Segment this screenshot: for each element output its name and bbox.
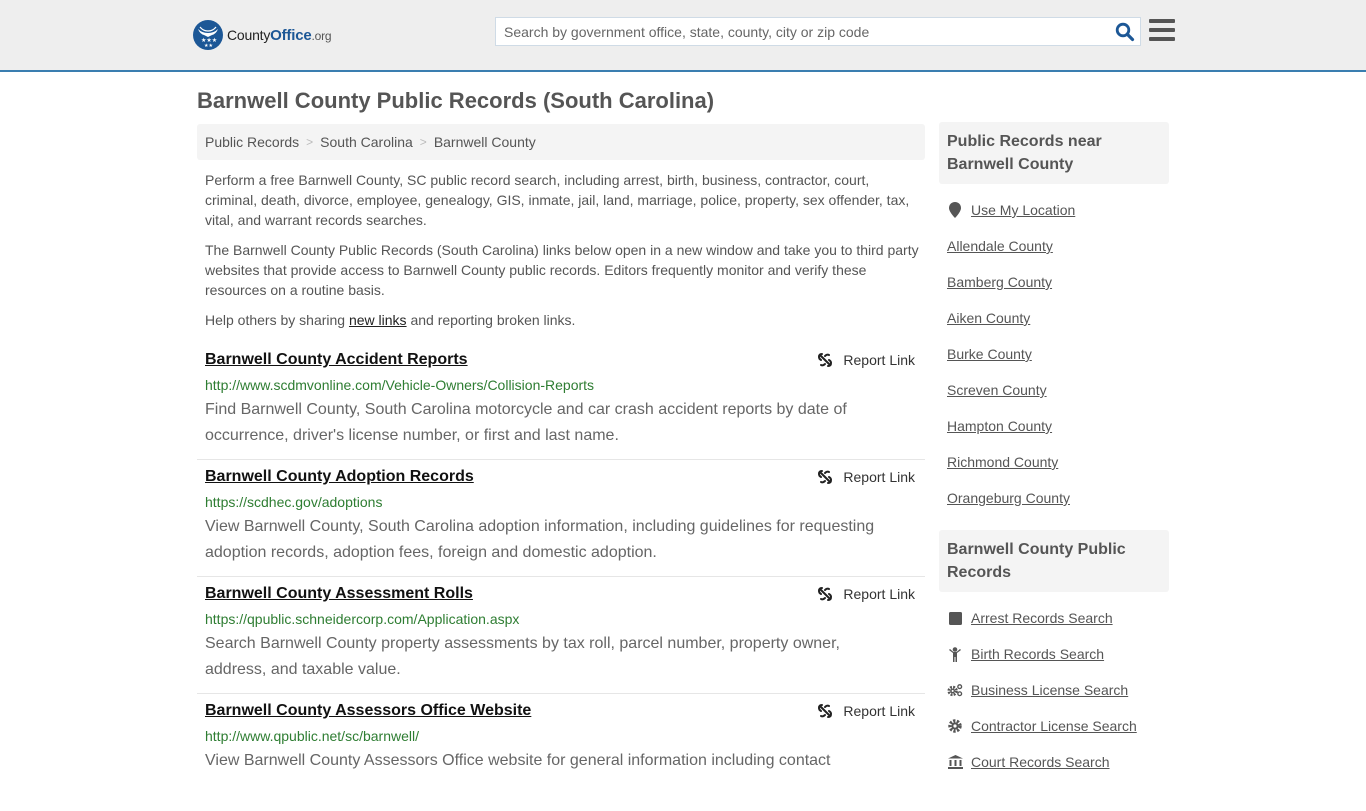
intro-help-text-end: and reporting broken links.: [406, 312, 576, 328]
report-link-button[interactable]: Report Link: [817, 703, 915, 719]
site-search: [495, 17, 1141, 46]
report-link-button[interactable]: Report Link: [817, 469, 915, 485]
county-link-screven[interactable]: Screven County: [947, 382, 1047, 398]
contractor-license-search-link[interactable]: Contractor License Search: [971, 718, 1137, 734]
nearby-county-item: Allendale County: [947, 228, 1161, 264]
nearby-county-item: Burke County: [947, 336, 1161, 372]
broken-link-icon: [818, 470, 833, 484]
svg-text:★★: ★★: [204, 43, 213, 49]
site-header: ★★★ ★★ CountyOffice.org: [0, 0, 1366, 72]
nearby-counties-list: Use My Location Allendale County Bamberg…: [939, 184, 1169, 516]
record-title-link[interactable]: Barnwell County Assessment Rolls: [205, 585, 473, 603]
county-records-list: Arrest Records Search Birth Records Sear…: [939, 592, 1169, 780]
broken-link-icon: [818, 587, 833, 601]
county-link-allendale[interactable]: Allendale County: [947, 238, 1053, 254]
record-url-link[interactable]: https://scdhec.gov/adoptions: [205, 494, 382, 510]
county-link-burke[interactable]: Burke County: [947, 346, 1032, 362]
county-link-richmond[interactable]: Richmond County: [947, 454, 1058, 470]
record-title-link[interactable]: Barnwell County Accident Reports: [205, 351, 468, 369]
intro-paragraph-3: Help others by sharing new links and rep…: [205, 310, 920, 330]
intro-paragraph-1: Perform a free Barnwell County, SC publi…: [205, 172, 910, 228]
hamburger-menu-button[interactable]: [1149, 19, 1175, 43]
use-my-location-link[interactable]: Use My Location: [971, 202, 1075, 218]
use-my-location-item: Use My Location: [947, 192, 1161, 228]
record-url-link[interactable]: http://www.qpublic.net/sc/barnwell/: [205, 728, 419, 744]
record-description: Search Barnwell County property assessme…: [205, 635, 840, 678]
nearby-records-heading: Public Records near Barnwell County: [939, 122, 1169, 184]
nearby-county-item: Aiken County: [947, 300, 1161, 336]
logo-wordmark: CountyOffice.org: [227, 26, 332, 44]
broken-link-icon: [818, 353, 833, 367]
menu-bar: [1149, 37, 1175, 41]
nearby-county-item: Screven County: [947, 372, 1161, 408]
broken-link-icon: [818, 704, 833, 718]
record-item: Barnwell County Adoption Records Report …: [197, 460, 925, 577]
report-link-button[interactable]: Report Link: [817, 586, 915, 602]
breadcrumb: Public Records > South Carolina > Barnwe…: [197, 124, 925, 160]
record-item: Barnwell County Assessors Office Website…: [197, 694, 925, 811]
county-link-aiken[interactable]: Aiken County: [947, 310, 1030, 326]
arrest-records-search-link[interactable]: Arrest Records Search: [971, 610, 1113, 626]
county-record-item: Court Records Search: [947, 744, 1161, 780]
cogs-icon: [947, 682, 963, 698]
gear-icon: [947, 718, 963, 734]
search-icon: [1115, 22, 1135, 41]
header-inner: ★★★ ★★ CountyOffice.org: [193, 0, 1176, 70]
child-icon: [947, 646, 963, 662]
intro-paragraph-2: The Barnwell County Public Records (Sout…: [205, 242, 919, 298]
record-item: Barnwell County Accident Reports Report …: [197, 343, 925, 460]
record-title-link[interactable]: Barnwell County Adoption Records: [205, 468, 474, 486]
page-title: Barnwell County Public Records (South Ca…: [197, 88, 715, 113]
new-links-link[interactable]: new links: [349, 312, 407, 328]
map-marker-icon: [947, 202, 963, 218]
business-license-search-link[interactable]: Business License Search: [971, 682, 1128, 698]
birth-records-search-link[interactable]: Birth Records Search: [971, 646, 1104, 662]
breadcrumb-public-records[interactable]: Public Records: [205, 134, 299, 150]
records-list: Barnwell County Accident Reports Report …: [197, 343, 925, 811]
county-record-item: Business License Search: [947, 672, 1161, 708]
record-description: Find Barnwell County, South Carolina mot…: [205, 401, 847, 444]
menu-bar: [1149, 28, 1175, 32]
breadcrumb-barnwell-county[interactable]: Barnwell County: [434, 134, 536, 150]
nearby-county-item: Hampton County: [947, 408, 1161, 444]
menu-bar: [1149, 19, 1175, 23]
report-link-label: Report Link: [843, 469, 915, 485]
report-link-label: Report Link: [843, 703, 915, 719]
nearby-county-item: Bamberg County: [947, 264, 1161, 300]
nearby-county-item: Orangeburg County: [947, 480, 1161, 516]
intro-text: Perform a free Barnwell County, SC publi…: [205, 170, 920, 340]
county-link-orangeburg[interactable]: Orangeburg County: [947, 490, 1070, 506]
intro-help-text: Help others by sharing: [205, 312, 349, 328]
sidebar: Public Records near Barnwell County Use …: [939, 122, 1169, 780]
breadcrumb-separator: >: [419, 135, 427, 149]
record-url-link[interactable]: https://qpublic.schneidercorp.com/Applic…: [205, 611, 519, 627]
breadcrumb-south-carolina[interactable]: South Carolina: [320, 134, 413, 150]
report-link-button[interactable]: Report Link: [817, 352, 915, 368]
report-link-label: Report Link: [843, 352, 915, 368]
site-logo[interactable]: ★★★ ★★ CountyOffice.org: [193, 20, 332, 50]
report-link-label: Report Link: [843, 586, 915, 602]
record-title-link[interactable]: Barnwell County Assessors Office Website: [205, 702, 531, 720]
search-button[interactable]: [1110, 18, 1140, 45]
nearby-county-item: Richmond County: [947, 444, 1161, 480]
county-link-hampton[interactable]: Hampton County: [947, 418, 1052, 434]
county-record-item: Arrest Records Search: [947, 600, 1161, 636]
logo-eagle-icon: ★★★ ★★: [193, 20, 223, 50]
record-item: Barnwell County Assessment Rolls Report …: [197, 577, 925, 694]
record-url-link[interactable]: http://www.scdmvonline.com/Vehicle-Owner…: [205, 377, 594, 393]
breadcrumb-separator: >: [306, 135, 314, 149]
county-record-item: Contractor License Search: [947, 708, 1161, 744]
square-icon: [947, 610, 963, 626]
county-records-heading: Barnwell County Public Records: [939, 530, 1169, 592]
search-input[interactable]: [496, 18, 1110, 45]
county-record-item: Birth Records Search: [947, 636, 1161, 672]
county-link-bamberg[interactable]: Bamberg County: [947, 274, 1052, 290]
record-description: View Barnwell County Assessors Office we…: [205, 752, 831, 769]
record-description: View Barnwell County, South Carolina ado…: [205, 518, 875, 561]
